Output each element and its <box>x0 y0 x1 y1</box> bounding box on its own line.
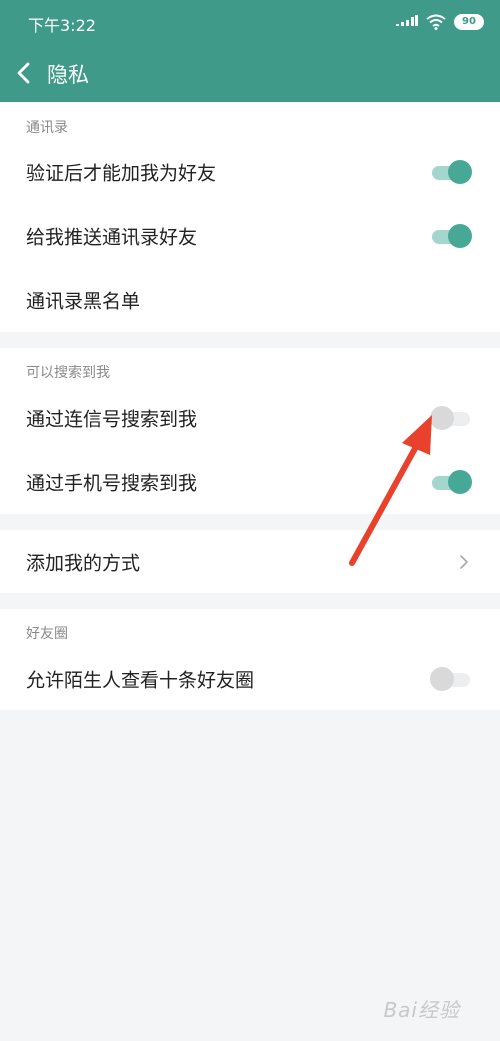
row-label: 验证后才能加我为好友 <box>26 162 217 185</box>
section-contacts: 通讯录 验证后才能加我为好友 给我推送通讯录好友 通讯录黑名单 <box>0 102 500 332</box>
status-time: 下午3:22 <box>28 16 96 35</box>
back-arrow-icon[interactable] <box>14 61 34 85</box>
signal-icon <box>396 15 418 26</box>
section-header-searchable: 可以搜索到我 <box>26 365 110 381</box>
section-add-methods: 添加我的方式 <box>0 530 500 593</box>
row-label: 给我推送通讯录好友 <box>26 226 198 249</box>
nav-bar: 隐私 <box>0 44 500 102</box>
status-icons: 90 <box>396 12 484 32</box>
toggle-search-by-phone[interactable] <box>432 470 472 494</box>
toggle-stranger-moments[interactable] <box>430 667 470 691</box>
status-bar: 下午3:22 90 <box>0 0 500 44</box>
toggle-verify-friend[interactable] <box>432 160 472 184</box>
row-label: 添加我的方式 <box>26 552 141 574</box>
row-verify-friend: 验证后才能加我为好友 <box>0 140 500 204</box>
section-header-moments: 好友圈 <box>26 626 68 642</box>
section-searchable: 可以搜索到我 通过连信号搜索到我 通过手机号搜索到我 <box>0 348 500 514</box>
row-label: 通过手机号搜索到我 <box>26 472 198 495</box>
wifi-icon <box>426 14 446 30</box>
page-title: 隐私 <box>47 63 89 87</box>
toggle-knob <box>430 406 454 430</box>
row-add-methods[interactable]: 添加我的方式 <box>0 530 500 593</box>
row-label: 通过连信号搜索到我 <box>26 408 198 431</box>
watermark-logo: Bai经验 <box>383 998 460 1022</box>
row-push-contacts: 给我推送通讯录好友 <box>0 204 500 268</box>
row-label: 通讯录黑名单 <box>26 290 141 313</box>
section-moments: 好友圈 允许陌生人查看十条好友圈 <box>0 609 500 710</box>
row-label: 允许陌生人查看十条好友圈 <box>26 669 255 692</box>
app-header: 下午3:22 90 隐私 <box>0 0 500 102</box>
row-stranger-moments: 允许陌生人查看十条好友圈 <box>0 647 500 711</box>
toggle-knob <box>448 224 472 248</box>
section-header-contacts: 通讯录 <box>26 120 68 136</box>
toggle-knob <box>448 160 472 184</box>
row-contacts-blacklist[interactable]: 通讯录黑名单 <box>0 268 500 332</box>
toggle-knob <box>448 470 472 494</box>
toggle-search-by-id[interactable] <box>430 406 470 430</box>
toggle-knob <box>430 667 454 691</box>
battery-indicator: 90 <box>454 14 484 30</box>
chevron-right-icon <box>460 554 468 569</box>
row-search-by-id: 通过连信号搜索到我 <box>0 386 500 450</box>
row-search-by-phone: 通过手机号搜索到我 <box>0 450 500 514</box>
toggle-push-contacts[interactable] <box>432 224 472 248</box>
